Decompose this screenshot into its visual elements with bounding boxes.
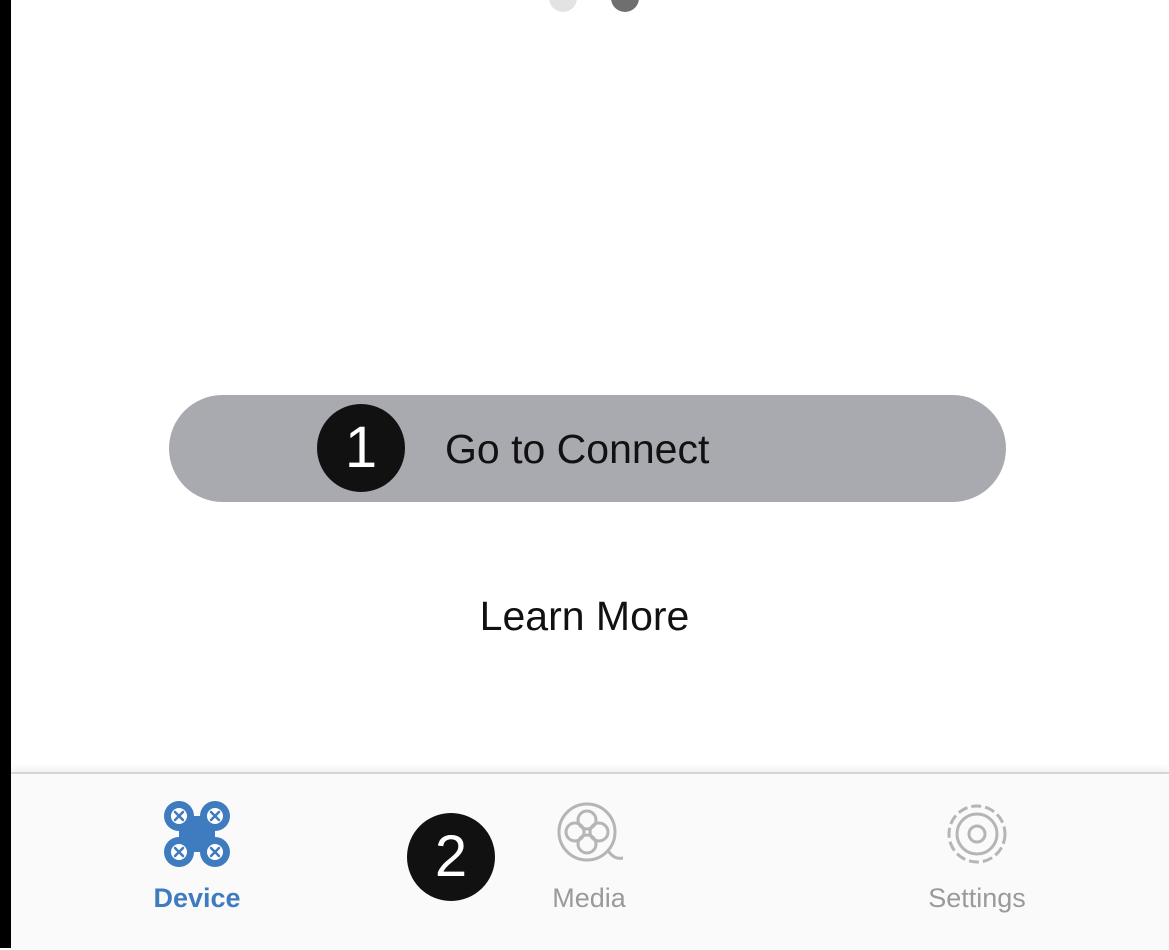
tab-device[interactable]: Device [107, 774, 287, 950]
drone-icon [164, 801, 230, 867]
go-to-connect-label: Go to Connect [445, 426, 710, 472]
tab-device-label: Device [153, 883, 241, 913]
bottom-tab-bar: Device Media Settings [11, 772, 1169, 950]
tab-settings-label: Settings [928, 883, 1026, 913]
page-indicator [539, 0, 659, 16]
go-to-connect-button[interactable]: 1 Go to Connect [169, 395, 1006, 502]
callout-marker-1: 1 [317, 404, 405, 492]
page-dot [549, 0, 577, 12]
tab-media-label: Media [552, 883, 626, 913]
media-reel-icon [557, 802, 623, 862]
gear-icon [947, 804, 1007, 864]
tab-settings[interactable]: Settings [887, 774, 1067, 950]
tab-media[interactable]: Media [499, 774, 679, 950]
page-dot-active [611, 0, 639, 12]
window-edge [0, 0, 11, 948]
main-content [11, 0, 1169, 772]
callout-marker-2: 2 [407, 813, 495, 901]
learn-more-link[interactable]: Learn More [0, 592, 1169, 640]
app-screen: 1 Go to Connect Learn More Device Media … [0, 0, 1169, 950]
